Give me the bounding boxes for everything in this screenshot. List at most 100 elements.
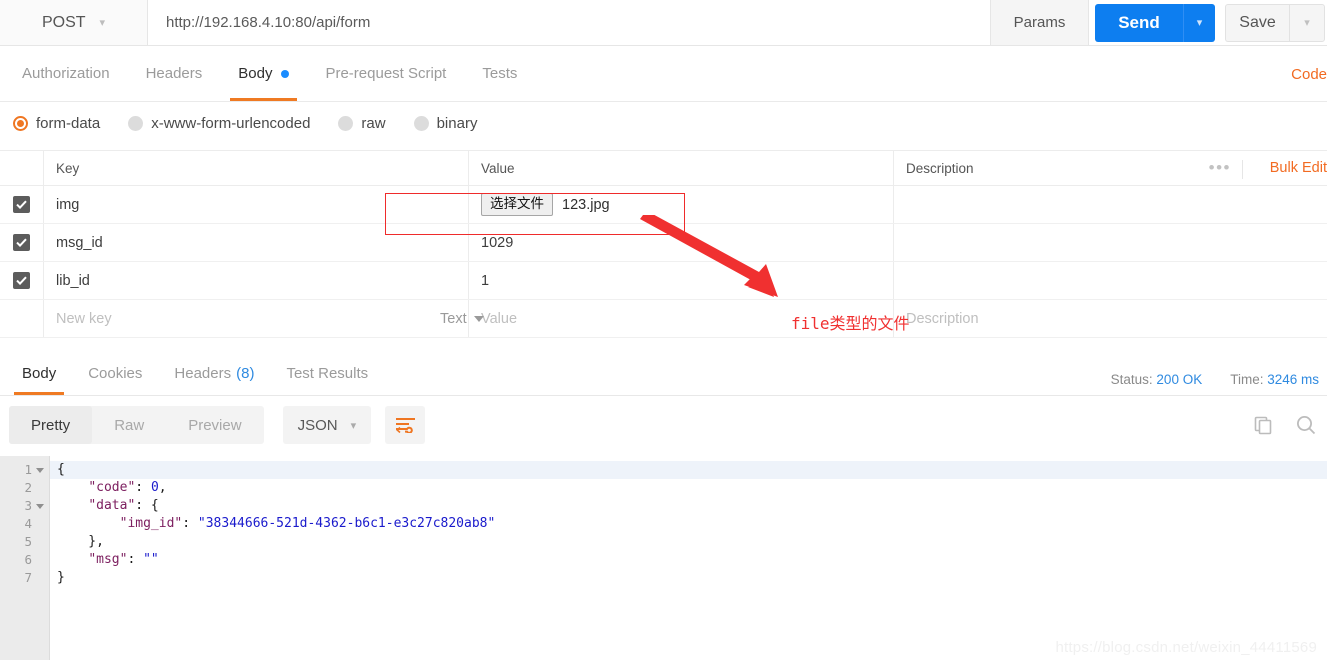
request-tab-bar: Authorization Headers Body Pre-request S… [0,46,1327,102]
row-description-cell[interactable] [894,224,1327,261]
header-value-label: Value [481,160,515,176]
choose-file-button[interactable]: 选择文件 [481,193,553,216]
radio-unselected-icon [413,115,429,131]
row-description-cell[interactable] [894,262,1327,299]
time-value: 3246 ms [1267,372,1319,387]
code-token: "data" [88,498,136,513]
header-key-label: Key [56,160,80,176]
fold-toggle-icon[interactable] [36,467,44,473]
file-input[interactable]: 选择文件 123.jpg [481,193,610,216]
send-options-button[interactable]: ▾ [1183,3,1215,42]
save-options-button[interactable]: ▾ [1289,3,1325,42]
response-tab-bar: Body Cookies Headers (8) Test Results St… [0,352,1327,396]
row-value-text: 1 [481,272,490,289]
send-label: Send [1118,12,1160,32]
postman-window: POST ▾ http://192.168.4.10:80/api/form P… [0,0,1327,660]
line-number: 2 [24,480,32,495]
tab-label: Body [238,65,273,82]
tab-tests[interactable]: Tests [464,46,535,101]
line-number-row: 7 [0,569,49,587]
line-number: 1 [24,462,32,477]
row-key-text: msg_id [56,234,103,251]
row-key-text: img [56,196,80,213]
row-value-cell[interactable]: 1 [469,262,894,299]
view-raw-button[interactable]: Raw [92,406,166,444]
chevron-down-icon: ▾ [350,419,357,432]
tab-pre-request-script[interactable]: Pre-request Script [307,46,464,101]
row-value-cell[interactable]: 选择文件 123.jpg [469,186,894,223]
table-options-icon[interactable]: ••• [1209,158,1231,178]
table-header-row: Key Value Description ••• Bulk Edit [0,150,1327,186]
save-button[interactable]: Save [1225,3,1289,42]
code-token: "img_id" [119,516,183,531]
tab-label: Tests [482,65,518,82]
row-key-cell[interactable]: img [44,186,469,223]
value-type-dropdown[interactable]: Text [440,300,484,337]
line-number-row: 3 [0,497,49,515]
line-number: 7 [24,570,32,585]
response-tab-headers[interactable]: Headers (8) [158,352,270,395]
row-key-cell[interactable]: lib_id [44,262,469,299]
tab-body[interactable]: Body [220,46,307,101]
radio-raw[interactable]: raw [338,114,386,132]
search-icon[interactable] [1295,414,1317,436]
code-token: } [57,570,65,585]
row-checkbox[interactable] [13,234,30,251]
code-link[interactable]: Code [1291,66,1327,83]
bulk-edit-button[interactable]: Bulk Edit [1270,160,1327,176]
line-number-row: 6 [0,551,49,569]
format-label: JSON [297,416,338,434]
row-checkbox[interactable] [13,272,30,289]
tab-label: Authorization [22,65,110,82]
header-description-label: Description [906,160,974,176]
line-number: 3 [24,498,32,513]
new-key-cell[interactable]: New key Text [44,300,484,337]
tab-authorization[interactable]: Authorization [4,46,128,101]
word-wrap-button[interactable] [385,406,426,444]
line-number-row: 2 [0,479,49,497]
radio-binary[interactable]: binary [413,115,477,132]
row-key-cell[interactable]: msg_id [44,224,469,261]
table-row: lib_id 1 [0,262,1327,300]
code-token: "" [143,552,159,567]
row-checkbox-cell [0,262,44,299]
url-input[interactable]: http://192.168.4.10:80/api/form [148,0,991,45]
header-key-cell: Key [44,151,469,185]
tab-headers[interactable]: Headers [128,46,221,101]
view-preview-button[interactable]: Preview [166,406,263,444]
line-number-row: 1 [0,461,49,479]
view-pretty-button[interactable]: Pretty [9,406,93,444]
divider [1242,160,1243,179]
copy-icon[interactable] [1253,415,1273,435]
line-number: 4 [24,516,32,531]
code-line: { [50,461,1327,479]
http-method-label: POST [41,13,86,31]
response-format-dropdown[interactable]: JSON ▾ [282,406,372,444]
radio-form-data[interactable]: form-data [13,115,100,132]
line-number-gutter: 1 2 3 4 5 6 7 [0,456,50,660]
tab-label: Test Results [286,365,369,382]
response-tab-test-results[interactable]: Test Results [270,352,384,395]
params-button[interactable]: Params [991,0,1089,45]
status-label: Status: [1110,372,1153,387]
new-description-cell[interactable]: Description [894,300,1327,337]
radio-x-www-form-urlencoded[interactable]: x-www-form-urlencoded [128,115,310,132]
response-tab-body[interactable]: Body [6,352,72,395]
row-description-cell[interactable] [894,186,1327,223]
response-meta: Status: 200 OK Time: 3246 ms [1111,372,1319,387]
code-token: }, [57,534,104,549]
radio-label: raw [361,114,386,132]
json-code-content[interactable]: { "code": 0, "data": { "img_id": "383446… [50,456,1327,660]
request-url-bar: POST ▾ http://192.168.4.10:80/api/form P… [0,0,1327,46]
body-type-radio-group: form-data x-www-form-urlencoded raw bina… [0,102,1327,144]
params-label: Params [1013,14,1066,31]
response-tab-cookies[interactable]: Cookies [72,352,158,395]
http-method-selector[interactable]: POST ▾ [0,0,148,45]
row-checkbox[interactable] [13,196,30,213]
row-value-cell[interactable]: 1029 [469,224,894,261]
chevron-down-icon [473,315,484,322]
response-body-editor[interactable]: 1 2 3 4 5 6 7 {"code": 0, "data": {"im… [0,456,1327,660]
fold-toggle-icon[interactable] [36,503,44,509]
chevron-down-icon: ▾ [1304,17,1310,29]
send-button[interactable]: Send [1095,3,1183,42]
